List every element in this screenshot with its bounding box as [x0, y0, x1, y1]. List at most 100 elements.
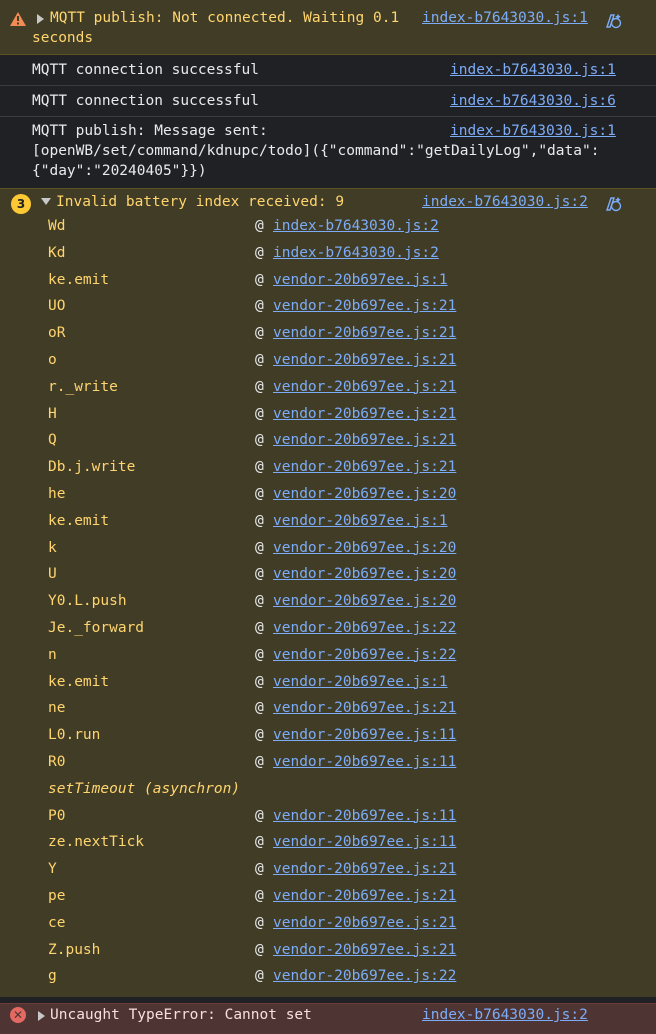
at-symbol: @: [255, 352, 264, 368]
stack-frame: Y @ vendor-20b697ee.js:21: [0, 856, 656, 882]
at-symbol: @: [255, 432, 264, 449]
stack-frame: ze.nextTick @ vendor-20b697ee.js:11: [0, 829, 656, 855]
function-name: n: [48, 646, 57, 663]
stack-frame: ke.emit @ vendor-20b697ee.js:1: [0, 669, 656, 695]
stack-frame: Y0.L.push @ vendor-20b697ee.js:20: [0, 588, 656, 614]
stack-source-link[interactable]: index-b7643030.js:2: [273, 216, 439, 236]
console-error-group[interactable]: 3 Invalid battery index received: 9 inde…: [0, 188, 656, 997]
at-symbol: @: [255, 512, 264, 529]
stack-source-link[interactable]: vendor-20b697ee.js:22: [273, 618, 456, 638]
stack-source-link[interactable]: vendor-20b697ee.js:21: [273, 698, 456, 718]
stack-source-link[interactable]: vendor-20b697ee.js:21: [273, 377, 456, 397]
stack-source-link[interactable]: vendor-20b697ee.js:22: [273, 645, 456, 665]
function-name: H: [48, 405, 57, 422]
stack-source-link[interactable]: vendor-20b697ee.js:20: [273, 538, 456, 558]
stack-frame: oR @ vendor-20b697ee.js:21: [0, 320, 656, 346]
stack-frame: U @ vendor-20b697ee.js:20: [0, 561, 656, 587]
stack-source-link[interactable]: vendor-20b697ee.js:21: [273, 940, 456, 960]
function-name: P0: [48, 807, 66, 824]
stack-frame: k @ vendor-20b697ee.js:20: [0, 535, 656, 561]
stack-source-link[interactable]: vendor-20b697ee.js:11: [273, 806, 456, 826]
stack-source-link[interactable]: vendor-20b697ee.js:11: [273, 752, 456, 772]
stack-source-link[interactable]: vendor-20b697ee.js:11: [273, 832, 456, 852]
stack-source-link[interactable]: vendor-20b697ee.js:20: [273, 564, 456, 584]
function-name: Db.j.write: [48, 459, 136, 476]
error-source-link[interactable]: index-b7643030.js:2: [422, 192, 588, 212]
stack-source-link[interactable]: vendor-20b697ee.js:21: [273, 323, 456, 343]
function-name: Y0.L.push: [48, 593, 127, 610]
info-source-link[interactable]: index-b7643030.js:1: [450, 60, 616, 80]
function-name: L0.run: [48, 727, 101, 744]
stack-frame: pe @ vendor-20b697ee.js:21: [0, 883, 656, 909]
stack-frame: Db.j.write @ vendor-20b697ee.js:21: [0, 454, 656, 480]
function-name: Kd: [48, 244, 66, 261]
stack-frame: n @ vendor-20b697ee.js:22: [0, 642, 656, 668]
ai-sparkle-icon[interactable]: [603, 194, 623, 214]
at-symbol: @: [255, 271, 264, 288]
stack-source-link[interactable]: vendor-20b697ee.js:11: [273, 725, 456, 745]
console-info-row[interactable]: MQTT publish: Message sent: [openWB/set/…: [0, 117, 656, 187]
function-name: Wd: [48, 218, 66, 234]
console-error-row[interactable]: ✕ Uncaught TypeError: Cannot set index-b…: [0, 1003, 656, 1034]
stack-source-link[interactable]: vendor-20b697ee.js:21: [273, 430, 456, 450]
stack-frame: H @ vendor-20b697ee.js:21: [0, 401, 656, 427]
stack-source-link[interactable]: vendor-20b697ee.js:21: [273, 296, 456, 316]
function-name: R0: [48, 754, 66, 770]
expand-arrow-icon[interactable]: [38, 1011, 45, 1021]
function-name: o: [48, 352, 57, 368]
collapse-arrow-icon[interactable]: [41, 198, 51, 205]
count-badge: 3: [11, 194, 31, 214]
function-name: k: [48, 539, 57, 556]
console-info-row[interactable]: MQTT connection successful index-b764303…: [0, 55, 656, 86]
stack-source-link[interactable]: vendor-20b697ee.js:20: [273, 591, 456, 611]
info-message: MQTT connection successful: [32, 62, 259, 78]
stack-source-link[interactable]: vendor-20b697ee.js:1: [273, 672, 448, 692]
function-name: ke.emit: [48, 673, 110, 690]
function-name: he: [48, 486, 66, 502]
at-symbol: @: [255, 968, 264, 985]
async-separator: setTimeout (asynchron): [0, 776, 656, 802]
stack-source-link[interactable]: vendor-20b697ee.js:21: [273, 859, 456, 879]
function-name: Q: [48, 432, 57, 449]
at-symbol: @: [255, 673, 264, 690]
stack-source-link[interactable]: vendor-20b697ee.js:21: [273, 913, 456, 933]
at-symbol: @: [255, 700, 264, 717]
stack-frame: ke.emit @ vendor-20b697ee.js:1: [0, 267, 656, 293]
function-name: g: [48, 968, 57, 985]
function-name: r._write: [48, 378, 118, 395]
info-source-link[interactable]: index-b7643030.js:6: [450, 91, 616, 111]
stack-source-link[interactable]: vendor-20b697ee.js:21: [273, 404, 456, 424]
console-warning-row[interactable]: MQTT publish: Not connected. Waiting 0.1…: [0, 0, 656, 55]
stack-frame: he @ vendor-20b697ee.js:20: [0, 481, 656, 507]
stack-frame: ne @ vendor-20b697ee.js:21: [0, 695, 656, 721]
at-symbol: @: [255, 888, 264, 904]
at-symbol: @: [255, 566, 264, 583]
stack-source-link[interactable]: vendor-20b697ee.js:21: [273, 886, 456, 906]
at-symbol: @: [255, 325, 264, 342]
stack-source-link[interactable]: vendor-20b697ee.js:1: [273, 270, 448, 290]
stack-source-link[interactable]: index-b7643030.js:2: [273, 243, 439, 263]
function-name: ce: [48, 914, 66, 931]
stack-source-link[interactable]: vendor-20b697ee.js:1: [273, 511, 448, 531]
info-source-link[interactable]: index-b7643030.js:1: [450, 121, 616, 141]
stack-source-link[interactable]: vendor-20b697ee.js:20: [273, 484, 456, 504]
at-symbol: @: [255, 459, 264, 476]
stack-source-link[interactable]: vendor-20b697ee.js:22: [273, 966, 456, 986]
stack-frame: P0 @ vendor-20b697ee.js:11: [0, 803, 656, 829]
function-name: ne: [48, 700, 66, 717]
function-name: U: [48, 566, 57, 583]
stack-source-link[interactable]: vendor-20b697ee.js:21: [273, 350, 456, 370]
function-name: setTimeout (asynchron): [48, 780, 241, 797]
warning-source-link[interactable]: index-b7643030.js:1: [422, 8, 588, 28]
at-symbol: @: [255, 378, 264, 395]
console-info-row[interactable]: MQTT connection successful index-b764303…: [0, 86, 656, 117]
stack-frame: R0 @ vendor-20b697ee.js:11: [0, 749, 656, 775]
stack-frame: Kd @ index-b7643030.js:2: [0, 240, 656, 266]
stack-frame: Wd @ index-b7643030.js:2: [0, 213, 656, 239]
error-source-link[interactable]: index-b7643030.js:2: [422, 1005, 588, 1025]
ai-sparkle-icon[interactable]: [603, 11, 623, 31]
error-title: Invalid battery index received: 9: [56, 194, 345, 210]
stack-source-link[interactable]: vendor-20b697ee.js:21: [273, 457, 456, 477]
stack-frame: r._write @ vendor-20b697ee.js:21: [0, 374, 656, 400]
function-name: ke.emit: [48, 512, 110, 529]
